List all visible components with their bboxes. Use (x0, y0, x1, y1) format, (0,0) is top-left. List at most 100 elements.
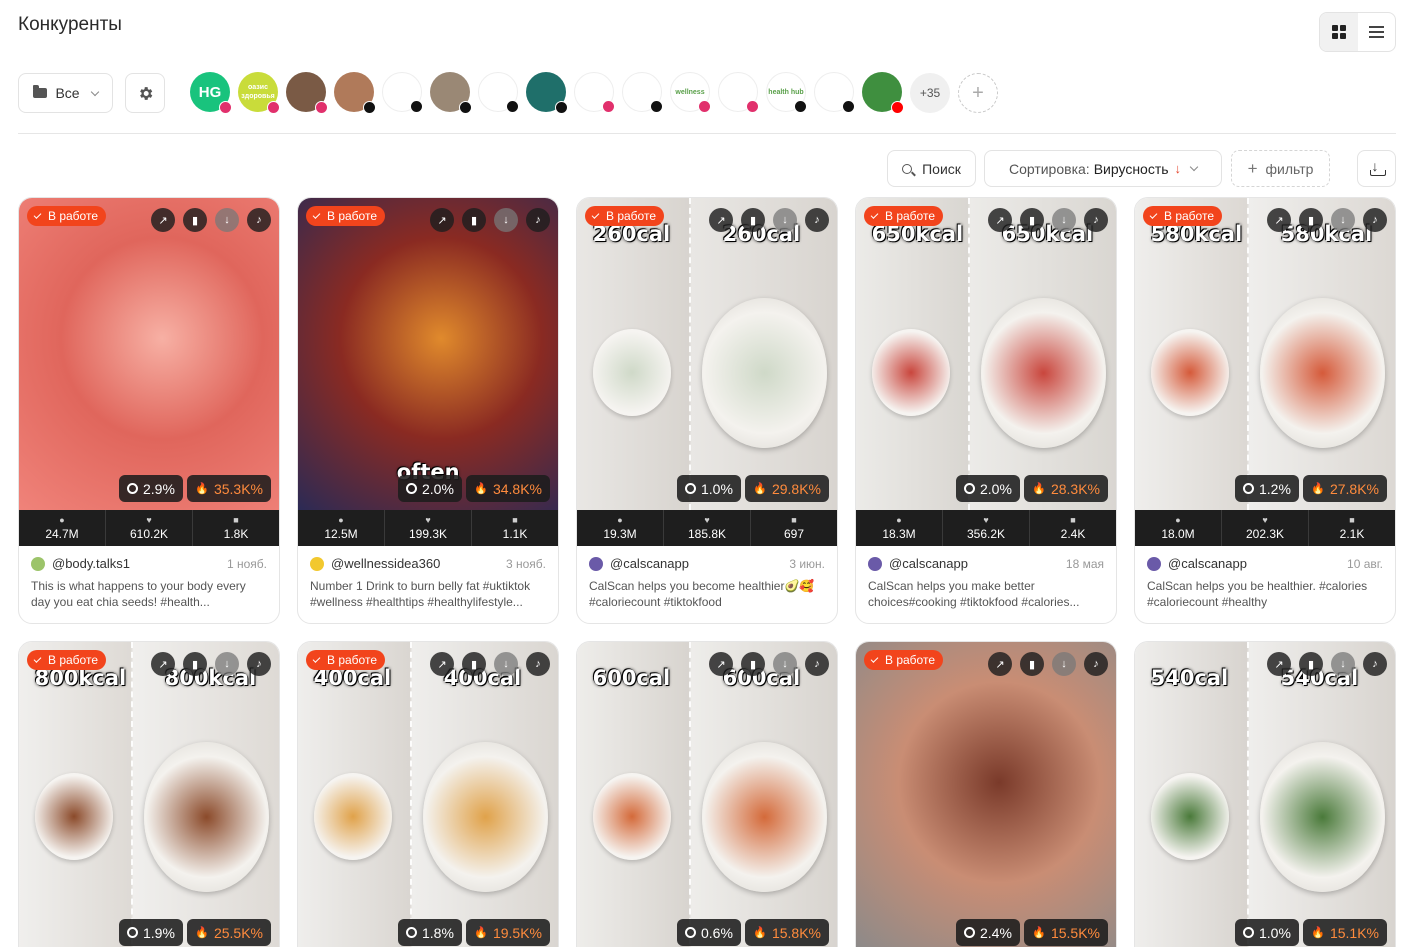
add-competitor-button[interactable]: + (958, 73, 998, 113)
download-button[interactable]: ↓ (1052, 208, 1076, 232)
list-view-button[interactable] (1358, 13, 1396, 51)
competitor-avatar[interactable] (574, 72, 615, 113)
external-link-button[interactable]: ↗ (430, 652, 454, 676)
competitor-avatar[interactable] (718, 72, 759, 113)
video-card[interactable]: often В работе ↗ ▮ ↓ ♪ 2.0% 🔥 34.8K% ● 12.5M ♥ 199.3… (297, 197, 559, 624)
grid-view-button[interactable] (1320, 13, 1358, 51)
video-card[interactable]: 600cal 600cal ↗ ▮ ↓ ♪ 0.6% 🔥 15.8K% (576, 641, 838, 947)
bookmark-button[interactable]: ▮ (741, 208, 765, 232)
sort-select[interactable]: Сортировка: Вирусность ↓ (984, 150, 1222, 187)
search-button[interactable]: Поиск (887, 150, 976, 187)
status-badge: В работе (306, 650, 386, 670)
external-link-icon: ↗ (158, 658, 168, 671)
bookmark-button[interactable]: ▮ (462, 208, 486, 232)
split-divider (967, 198, 970, 510)
download-button[interactable]: ↓ (773, 208, 797, 232)
video-card[interactable]: 540cal 540cal ↗ ▮ ↓ ♪ 1.0% 🔥 15.1K% (1134, 641, 1396, 947)
author[interactable]: @calscanapp (589, 556, 689, 571)
virality-value: 15.5K% (1050, 924, 1100, 941)
competitor-avatar[interactable] (526, 72, 568, 114)
tiktok-icon (842, 100, 855, 113)
video-thumbnail[interactable]: В работе ↗ ▮ ↓ ♪ 2.4% 🔥 15.5K% (856, 642, 1116, 947)
tiktok-button[interactable]: ♪ (247, 208, 271, 232)
competitor-avatar[interactable] (286, 72, 328, 114)
tiktok-button[interactable]: ♪ (247, 652, 271, 676)
bookmark-button[interactable]: ▮ (462, 652, 486, 676)
export-button[interactable] (1357, 150, 1396, 187)
video-thumbnail[interactable]: 540cal 540cal ↗ ▮ ↓ ♪ 1.0% 🔥 15.1K% (1135, 642, 1395, 947)
settings-button[interactable] (125, 73, 165, 113)
author[interactable]: @calscanapp (1147, 556, 1247, 571)
competitor-avatar[interactable] (430, 72, 472, 114)
competitor-avatar[interactable]: оазис здоровья (238, 72, 280, 114)
download-button[interactable]: ↓ (1331, 652, 1355, 676)
competitor-avatar[interactable] (478, 72, 519, 113)
competitor-avatar[interactable] (862, 72, 904, 114)
tiktok-button[interactable]: ♪ (1084, 208, 1108, 232)
folder-select[interactable]: Все (18, 73, 113, 113)
video-card[interactable]: 580kcal 580kcal В работе ↗ ▮ ↓ ♪ 1.2% 🔥 27.8K% ● 18… (1134, 197, 1396, 624)
external-link-button[interactable]: ↗ (988, 208, 1012, 232)
video-thumbnail[interactable]: 400cal 400cal В работе ↗ ▮ ↓ ♪ 1.8% 🔥 19.5K% (298, 642, 558, 947)
download-button[interactable]: ↓ (773, 652, 797, 676)
bookmark-button[interactable]: ▮ (1299, 208, 1323, 232)
tiktok-button[interactable]: ♪ (1363, 652, 1387, 676)
video-thumbnail[interactable]: 260cal 260cal В работе ↗ ▮ ↓ ♪ 1.0% 🔥 29.8K% (577, 198, 837, 510)
video-thumbnail[interactable]: 580kcal 580kcal В работе ↗ ▮ ↓ ♪ 1.2% 🔥 27.8K% (1135, 198, 1395, 510)
download-icon: ↓ (782, 658, 788, 670)
external-link-button[interactable]: ↗ (151, 208, 175, 232)
bookmark-button[interactable]: ▮ (1020, 208, 1044, 232)
video-card[interactable]: 260cal 260cal В работе ↗ ▮ ↓ ♪ 1.0% 🔥 29.8K% ● 19.3… (576, 197, 838, 624)
competitor-avatar[interactable] (622, 72, 663, 113)
external-link-button[interactable]: ↗ (709, 208, 733, 232)
bookmark-button[interactable]: ▮ (183, 208, 207, 232)
bookmark-button[interactable]: ▮ (183, 652, 207, 676)
video-card[interactable]: В работе ↗ ▮ ↓ ♪ 2.9% 🔥 35.3K% ● 24.7M ♥ 610.2K ■ 1.8… (18, 197, 280, 624)
add-filter-button[interactable]: + фильтр (1231, 150, 1330, 187)
tiktok-button[interactable]: ♪ (526, 208, 550, 232)
author[interactable]: @calscanapp (868, 556, 968, 571)
author[interactable]: @body.talks1 (31, 556, 130, 571)
video-thumbnail[interactable]: 600cal 600cal ↗ ▮ ↓ ♪ 0.6% 🔥 15.8K% (577, 642, 837, 947)
download-button[interactable]: ↓ (1331, 208, 1355, 232)
video-thumbnail[interactable]: often В работе ↗ ▮ ↓ ♪ 2.0% 🔥 34.8K% (298, 198, 558, 510)
external-link-button[interactable]: ↗ (430, 208, 454, 232)
download-button[interactable]: ↓ (215, 652, 239, 676)
tiktok-button[interactable]: ♪ (805, 652, 829, 676)
bookmark-button[interactable]: ▮ (1020, 652, 1044, 676)
video-thumbnail[interactable]: В работе ↗ ▮ ↓ ♪ 2.9% 🔥 35.3K% (19, 198, 279, 510)
external-link-button[interactable]: ↗ (709, 652, 733, 676)
download-button[interactable]: ↓ (494, 652, 518, 676)
meta-row: @calscanapp 18 мая (868, 556, 1104, 571)
bookmark-button[interactable]: ▮ (741, 652, 765, 676)
split-divider (1246, 198, 1249, 510)
video-thumbnail[interactable]: 800kcal 800kcal В работе ↗ ▮ ↓ ♪ 1.9% 🔥 25.5K% (19, 642, 279, 947)
competitor-avatar[interactable]: health hub (766, 72, 807, 113)
tiktok-button[interactable]: ♪ (805, 208, 829, 232)
download-button[interactable]: ↓ (1052, 652, 1076, 676)
video-card[interactable]: 800kcal 800kcal В работе ↗ ▮ ↓ ♪ 1.9% 🔥 25.5K% (18, 641, 280, 947)
competitor-avatar[interactable] (382, 72, 423, 113)
video-thumbnail[interactable]: 650kcal 650kcal В работе ↗ ▮ ↓ ♪ 2.0% 🔥 28.3K% (856, 198, 1116, 510)
author-avatar (589, 556, 603, 571)
more-competitors-button[interactable]: +35 (910, 73, 950, 113)
flame-icon: 🔥 (474, 927, 488, 939)
video-card[interactable]: 650kcal 650kcal В работе ↗ ▮ ↓ ♪ 2.0% 🔥 28.3K% ● 18… (855, 197, 1117, 624)
download-button[interactable]: ↓ (215, 208, 239, 232)
external-link-button[interactable]: ↗ (988, 652, 1012, 676)
external-link-button[interactable]: ↗ (151, 652, 175, 676)
external-link-button[interactable]: ↗ (1267, 652, 1291, 676)
video-card[interactable]: В работе ↗ ▮ ↓ ♪ 2.4% 🔥 15.5K% (855, 641, 1117, 947)
competitor-avatar[interactable]: wellness (670, 72, 711, 113)
competitor-avatar[interactable] (334, 72, 376, 114)
external-link-button[interactable]: ↗ (1267, 208, 1291, 232)
author[interactable]: @wellnessidea360 (310, 556, 440, 571)
tiktok-button[interactable]: ♪ (1084, 652, 1108, 676)
download-button[interactable]: ↓ (494, 208, 518, 232)
tiktok-button[interactable]: ♪ (526, 652, 550, 676)
competitor-avatar[interactable] (814, 72, 855, 113)
tiktok-button[interactable]: ♪ (1363, 208, 1387, 232)
competitor-avatar[interactable]: HG (190, 72, 232, 114)
bookmark-button[interactable]: ▮ (1299, 652, 1323, 676)
video-card[interactable]: 400cal 400cal В работе ↗ ▮ ↓ ♪ 1.8% 🔥 19.5K% (297, 641, 559, 947)
